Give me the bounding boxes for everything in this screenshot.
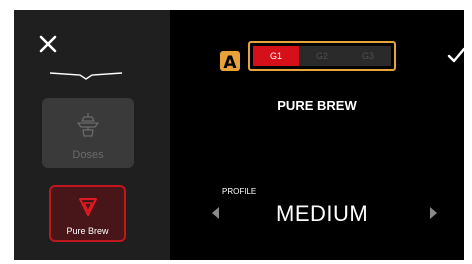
close-button[interactable] [36,32,60,56]
pure-brew-tile[interactable]: Pure Brew [49,185,126,242]
grinder-option-g1[interactable]: G1 [253,46,299,66]
chevron-right-icon [430,207,437,219]
profile-caption: PROFILE [222,187,257,196]
grinder-selector: G1 G2 G3 [248,41,396,71]
callout-letter: A [223,53,237,73]
doses-icon [77,113,99,137]
callout-badge: A [220,51,240,73]
grinder-option-g3[interactable]: G3 [345,46,391,66]
confirm-button[interactable] [446,46,464,64]
chevron-left-icon [212,207,219,219]
profile-next-button[interactable] [426,206,440,220]
profile-value: MEDIUM [276,201,369,226]
close-icon [39,35,57,53]
device-screen: Doses Pure Brew A G1 G2 G3 PURE BREW PRO… [14,10,464,260]
doses-tile[interactable]: Doses [42,98,134,168]
sidebar: Doses Pure Brew [14,10,170,260]
profile-prev-button[interactable] [209,206,223,220]
pure-brew-icon [79,198,97,216]
grinder-option-g2[interactable]: G2 [299,46,345,66]
checkmark-icon [447,47,464,63]
doses-label: Doses [72,149,104,161]
scroll-indicator [48,68,124,86]
pure-brew-label: Pure Brew [66,226,109,236]
recipe-title: PURE BREW [277,98,357,113]
